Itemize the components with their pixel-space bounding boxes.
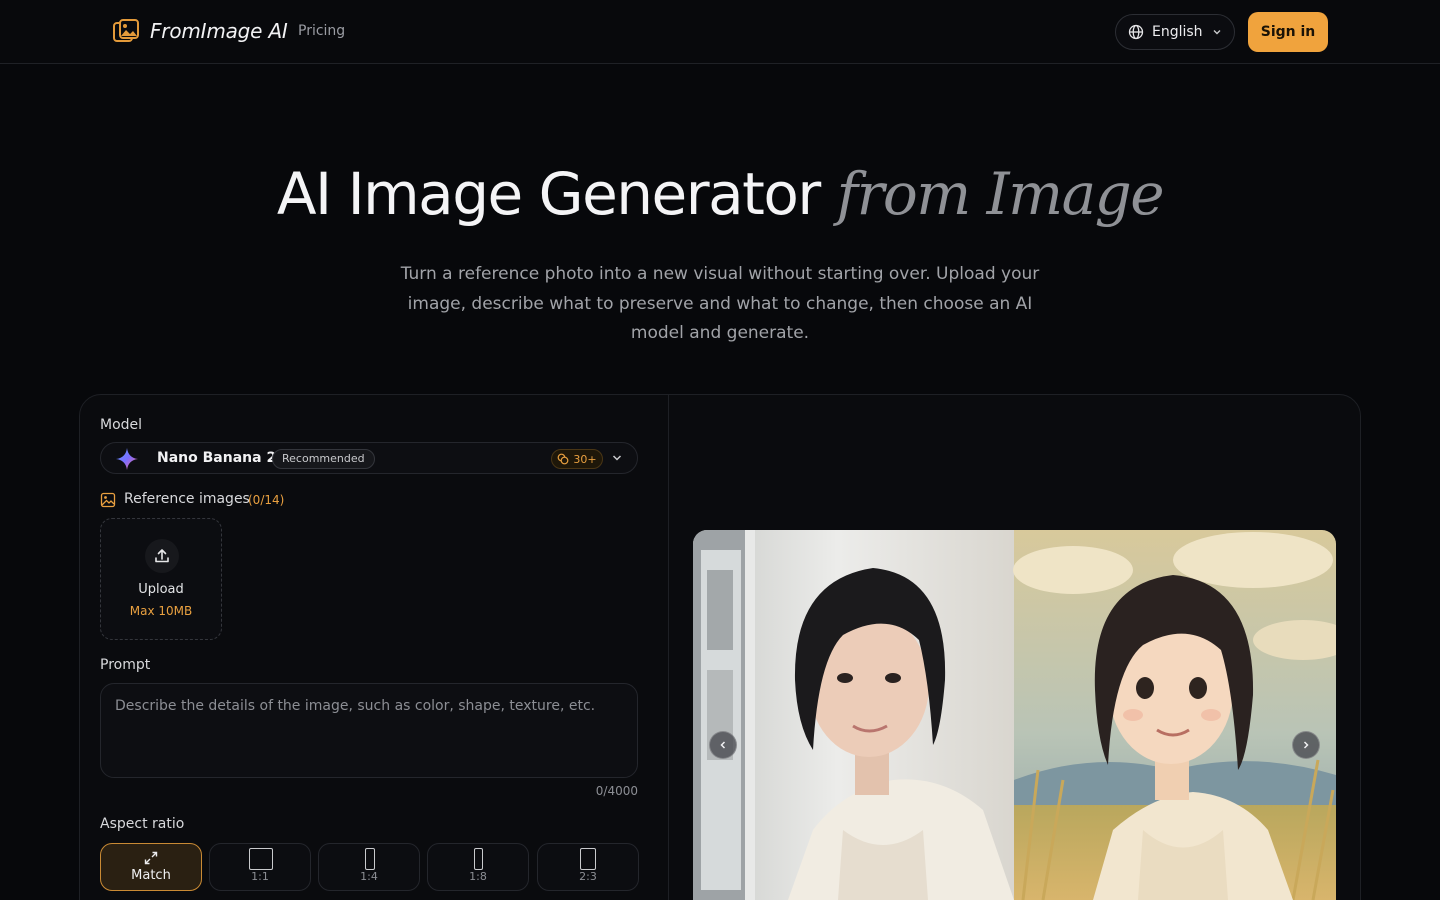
recommended-badge: Recommended <box>272 449 375 469</box>
upload-label: Upload <box>138 582 184 597</box>
ratio-label: 1:1 <box>251 870 269 883</box>
example-comparison-image <box>693 530 1336 900</box>
ratio-option-1-8[interactable]: 1:8 <box>427 843 529 891</box>
square-ratio-icon <box>249 848 273 870</box>
upload-max-size: Max 10MB <box>129 604 193 618</box>
ratio-label: 1:4 <box>360 870 378 883</box>
expand-icon <box>144 851 158 865</box>
ratio-label: Match <box>131 868 171 883</box>
page-title: AI Image Generator from Image <box>0 160 1440 228</box>
model-select[interactable]: Nano Banana 2 Recommended 30+ <box>100 442 638 474</box>
language-selector[interactable]: English <box>1115 14 1235 50</box>
image-icon <box>100 492 116 508</box>
panel-divider <box>668 395 669 900</box>
prompt-label: Prompt <box>100 657 151 673</box>
chevron-down-icon <box>612 455 622 461</box>
signin-button[interactable]: Sign in <box>1248 12 1328 52</box>
chevron-left-icon <box>720 741 726 749</box>
coins-icon <box>557 453 569 465</box>
chevron-down-icon <box>1213 30 1221 35</box>
language-label: English <box>1152 24 1203 40</box>
ratio-label: 1:8 <box>469 870 487 883</box>
tall-ratio-icon <box>365 848 375 870</box>
ratio-label: 2:3 <box>579 870 597 883</box>
credit-value: 30+ <box>573 452 597 466</box>
title-accent: from Image <box>836 160 1165 228</box>
model-label: Model <box>100 417 143 433</box>
prompt-char-counter: 0/4000 <box>595 784 638 798</box>
ratio-option-match[interactable]: Match <box>100 843 202 891</box>
brand-name[interactable]: FromImage AI <box>150 19 288 43</box>
ratio-option-1-1[interactable]: 1:1 <box>209 843 311 891</box>
sparkle-icon <box>116 448 138 470</box>
upload-button[interactable] <box>145 539 179 573</box>
model-name: Nano Banana 2 <box>157 450 277 466</box>
reference-count: (0/14) <box>248 493 285 507</box>
reference-label: Reference images <box>124 491 250 507</box>
upload-icon <box>155 549 169 563</box>
globe-icon <box>1128 24 1144 40</box>
title-main: AI Image Generator <box>276 160 821 228</box>
upload-dropzone[interactable]: Upload Max 10MB <box>100 518 222 640</box>
carousel-prev-button[interactable] <box>709 731 737 759</box>
carousel-next-button[interactable] <box>1292 731 1320 759</box>
ratio-option-1-4[interactable]: 1:4 <box>318 843 420 891</box>
top-header: FromImage AI Pricing English Sign in <box>0 0 1440 64</box>
tall-ratio-icon <box>474 848 483 870</box>
ratio-option-2-3[interactable]: 2:3 <box>537 843 639 891</box>
chevron-right-icon <box>1303 741 1309 749</box>
credit-badge: 30+ <box>551 449 603 469</box>
portrait-ratio-icon <box>580 848 596 870</box>
nav-pricing-link[interactable]: Pricing <box>298 23 345 39</box>
logo-icon[interactable] <box>112 17 140 45</box>
aspect-ratio-label: Aspect ratio <box>100 816 185 832</box>
prompt-input[interactable] <box>100 683 638 778</box>
page-subtitle: Turn a reference photo into a new visual… <box>400 264 1040 343</box>
